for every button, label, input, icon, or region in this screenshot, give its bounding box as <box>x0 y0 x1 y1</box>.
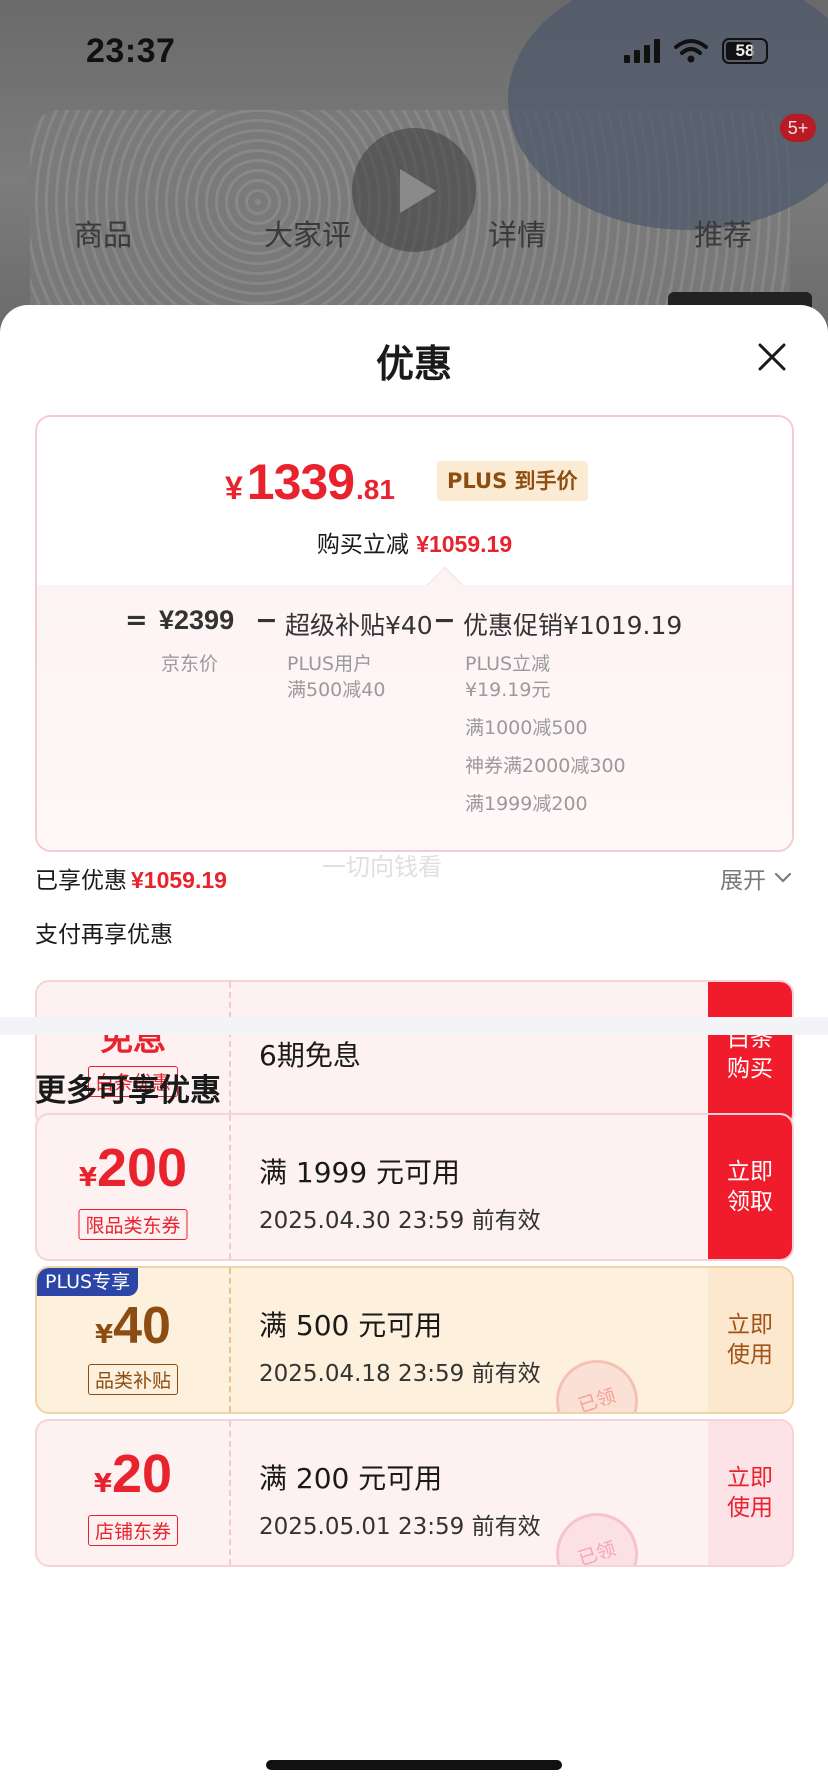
coupon-expiry: 2025.04.30 23:59 前有效 <box>259 1208 541 1234</box>
coupon-amount: ¥20 <box>93 1444 173 1504</box>
coupon-type-tag: 店铺东券 <box>87 1515 179 1546</box>
jd-price-label: 京东价 <box>161 653 219 675</box>
close-icon <box>758 343 786 371</box>
pay-more-label: 支付再享优惠 <box>35 922 173 948</box>
section-divider <box>0 1017 828 1035</box>
tab-recommend: 推荐 <box>694 218 753 252</box>
instant-discount: 购买立减 ¥1059.19 <box>316 531 513 558</box>
coupon-card: ¥200 限品类东券 满 1999 元可用 2025.04.30 23:59 前… <box>35 1113 794 1261</box>
battery-level: 58 <box>735 41 755 60</box>
more-discounts-title: 更多可享优惠 <box>35 1073 221 1109</box>
claimed-stamp: 已领 <box>545 1349 649 1412</box>
baitiao-desc: 6期免息 <box>259 1039 361 1072</box>
final-price: ¥ 1339 .81 <box>225 454 395 510</box>
battery-icon: 58 <box>722 38 768 64</box>
status-icons: 58 <box>624 38 768 64</box>
promo-line: 满1000减500 <box>465 717 588 739</box>
claimed-stamp: 已领 <box>545 1502 649 1565</box>
coupon-type-tag: 品类补贴 <box>87 1364 179 1395</box>
coupon-expiry: 2025.05.01 23:59 前有效 <box>259 1514 541 1540</box>
cellular-signal-icon <box>624 39 660 63</box>
formula-minus: − <box>255 605 278 636</box>
super-subsidy-line: PLUS用户 <box>287 653 373 675</box>
plus-price-tag: PLUS 到手价 <box>437 461 588 501</box>
super-subsidy-line: 满500减40 <box>287 679 386 701</box>
enjoyed-discount: 已享优惠 ¥1059.19 <box>35 867 227 894</box>
home-indicator <box>266 1760 562 1770</box>
formula-minus: − <box>433 605 456 636</box>
discount-sheet: 优惠 ¥ 1339 .81 PLUS 到手价 购买立减 ¥1059.19 = ¥… <box>0 305 828 1792</box>
plus-exclusive-badge: PLUS专享 <box>37 1268 139 1296</box>
play-video-icon <box>352 128 476 252</box>
tab-reviews: 大家评 <box>264 218 352 252</box>
coupon-condition: 满 500 元可用 <box>259 1309 443 1342</box>
tab-goods: 商品 <box>74 218 133 252</box>
promo-value: 优惠促销¥1019.19 <box>463 611 683 640</box>
message-badge: 5+ <box>780 114 816 142</box>
promo-line: ¥19.19元 <box>465 679 551 701</box>
sheet-title: 优惠 <box>375 342 452 386</box>
formula-equals: = <box>125 605 148 636</box>
baitiao-buy-button[interactable]: 白条 购买 <box>708 982 792 1126</box>
expand-button[interactable]: 展开 <box>720 861 792 895</box>
coupon-condition: 满 200 元可用 <box>259 1462 443 1495</box>
coupon-amount: ¥200 <box>78 1138 188 1198</box>
coupon-condition: 满 1999 元可用 <box>259 1156 461 1189</box>
watermark: 一切向钱看 <box>322 853 442 881</box>
use-coupon-button[interactable]: 立即 使用 <box>708 1421 792 1565</box>
chevron-down-icon <box>774 872 792 883</box>
tab-details: 详情 <box>488 218 547 252</box>
coupon-amount: ¥40 <box>95 1297 171 1355</box>
coupon-type-tag: 限品类东券 <box>78 1209 188 1240</box>
status-time: 23:37 <box>86 32 176 70</box>
super-subsidy-value: 超级补贴¥40 <box>285 611 433 640</box>
price-breakdown-card: ¥ 1339 .81 PLUS 到手价 购买立减 ¥1059.19 = ¥239… <box>35 415 794 852</box>
use-coupon-button[interactable]: 立即 使用 <box>708 1268 792 1412</box>
background-product-page: 23:37 58 5+ 商品 大家评 详情 推荐 <box>0 0 828 330</box>
coupon-expiry: 2025.04.18 23:59 前有效 <box>259 1361 541 1387</box>
coupon-card: ¥20 店铺东券 满 200 元可用 2025.05.01 23:59 前有效 … <box>35 1419 794 1567</box>
jd-price-value: ¥2399 <box>159 605 235 635</box>
promo-line: PLUS立减 <box>465 653 551 675</box>
wifi-icon <box>674 39 708 63</box>
claim-coupon-button[interactable]: 立即 领取 <box>708 1115 792 1259</box>
coupon-card: PLUS专享 ¥40 品类补贴 满 500 元可用 2025.04.18 23:… <box>35 1266 794 1414</box>
promo-line: 满1999减200 <box>465 793 588 815</box>
promo-line: 神券满2000减300 <box>465 755 626 777</box>
close-button[interactable] <box>752 337 792 377</box>
